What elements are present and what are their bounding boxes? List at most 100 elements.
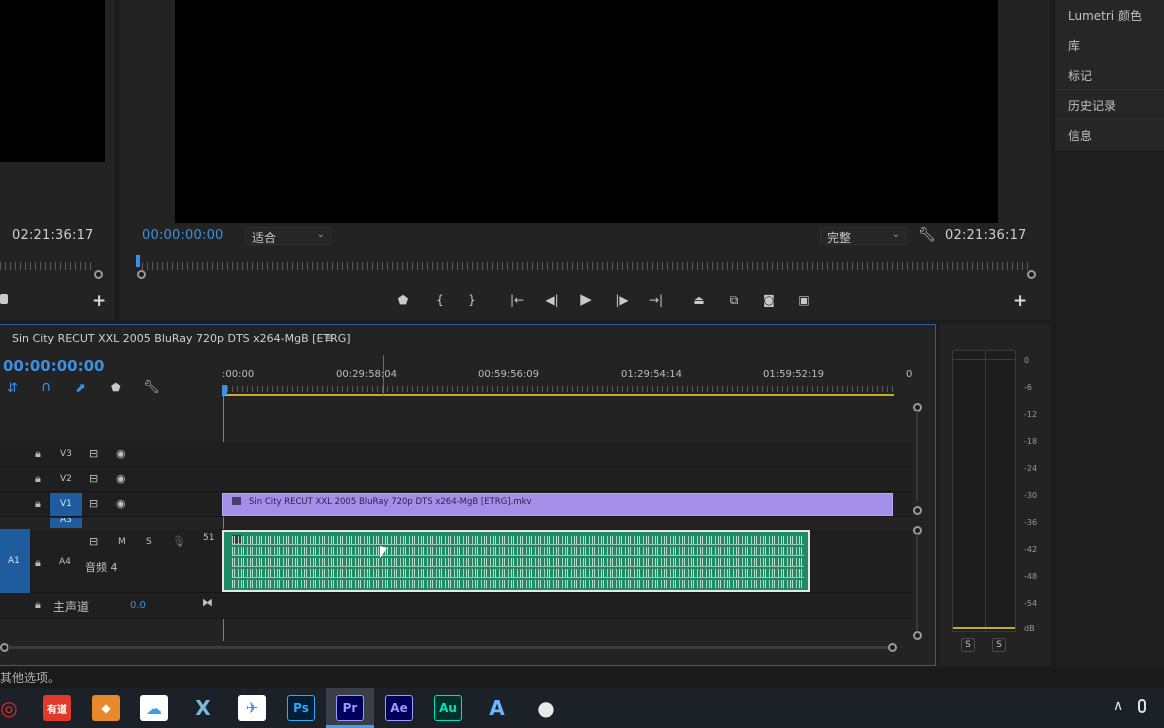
program-add-button[interactable]: + bbox=[1013, 293, 1027, 310]
lock-icon[interactable]: 🔒︎ bbox=[35, 497, 41, 511]
lock-icon[interactable]: 🔒︎ bbox=[35, 447, 41, 461]
track-a3-target[interactable]: A3 bbox=[50, 518, 82, 528]
panel-tab-markers[interactable]: 标记 bbox=[1055, 60, 1164, 90]
panel-tab-libraries[interactable]: 库 bbox=[1055, 30, 1164, 60]
track-a4-label[interactable]: A4 bbox=[59, 557, 71, 567]
arc-app-icon[interactable]: A bbox=[483, 695, 511, 721]
tray-expand-icon[interactable]: ∧ bbox=[1113, 698, 1123, 714]
source-timeline-ruler[interactable] bbox=[0, 262, 94, 270]
source-scroll-handle[interactable] bbox=[94, 270, 103, 279]
track-v3-label[interactable]: V3 bbox=[60, 449, 72, 459]
solo-left-button[interactable]: S bbox=[961, 638, 975, 652]
step-back-button[interactable]: ◀| bbox=[543, 291, 561, 309]
timeline-settings-wrench-icon[interactable]: 🔧︎ bbox=[143, 380, 160, 395]
linked-selection-icon[interactable]: ⬈ bbox=[75, 381, 86, 396]
eye-icon[interactable]: ◉ bbox=[116, 497, 126, 510]
lift-button[interactable]: ⏏ bbox=[690, 291, 708, 309]
premiere-icon[interactable]: Pr bbox=[336, 695, 364, 721]
horizontal-scroll-handle-right[interactable] bbox=[888, 643, 897, 652]
solo-button[interactable]: S bbox=[146, 537, 152, 547]
ruler-label: 0 bbox=[906, 369, 913, 380]
horizontal-scrollbar[interactable] bbox=[8, 646, 892, 649]
after-effects-icon[interactable]: Ae bbox=[385, 695, 413, 721]
nest-icon[interactable]: ⇵ bbox=[7, 381, 18, 396]
lock-icon[interactable]: 🔒︎ bbox=[35, 472, 41, 486]
lock-icon[interactable]: 🔒︎ bbox=[35, 598, 41, 612]
lock-icon[interactable]: 🔒︎ bbox=[35, 556, 41, 570]
microphone-icon[interactable] bbox=[1138, 699, 1146, 713]
snap-icon[interactable]: ∩ bbox=[41, 379, 51, 395]
fox-app-icon[interactable]: ◆ bbox=[92, 695, 120, 721]
mute-button[interactable]: M bbox=[118, 537, 126, 547]
track-a4-name[interactable]: 音频 4 bbox=[85, 559, 118, 575]
bot-app-icon[interactable]: ● bbox=[532, 695, 560, 721]
audition-icon[interactable]: Au bbox=[434, 695, 462, 721]
audio-waveform-channel bbox=[232, 547, 804, 555]
mark-out-icon: } bbox=[468, 293, 476, 307]
export-frame-button[interactable]: ◙ bbox=[760, 291, 778, 309]
comparison-view-button[interactable]: ▣ bbox=[795, 291, 813, 309]
ruler-label: 01:29:54:14 bbox=[621, 369, 683, 380]
vertical-scrollbar-video[interactable] bbox=[916, 411, 918, 501]
timeline-ruler[interactable]: :00:00 00:29:58:04 00:59:56:09 01:29:54:… bbox=[222, 369, 912, 399]
program-playhead[interactable] bbox=[136, 255, 140, 267]
program-timeline-ruler[interactable] bbox=[142, 262, 1032, 270]
xmind-icon[interactable]: X bbox=[189, 695, 217, 721]
sync-lock-icon[interactable]: ⊟ bbox=[89, 472, 98, 485]
eye-icon[interactable]: ◉ bbox=[116, 447, 126, 460]
play-button[interactable]: ▶ bbox=[577, 290, 595, 308]
cloud-app-icon[interactable]: ☁ bbox=[140, 695, 168, 721]
meter-scale-label: 0 bbox=[1024, 356, 1030, 365]
source-video-display bbox=[0, 0, 105, 162]
timeline-playhead-handle[interactable] bbox=[222, 385, 227, 395]
mark-in-button[interactable]: { bbox=[431, 291, 449, 309]
netease-music-icon[interactable]: ◎ bbox=[0, 695, 23, 721]
source-add-button[interactable]: + bbox=[92, 293, 106, 310]
youdao-icon[interactable]: 有道 bbox=[43, 695, 71, 721]
program-scroll-handle-right[interactable] bbox=[1027, 270, 1036, 279]
audio-clip[interactable] bbox=[222, 530, 810, 592]
camera-icon[interactable] bbox=[0, 294, 8, 304]
add-marker-icon[interactable]: ⬟ bbox=[111, 381, 121, 394]
program-current-timecode[interactable]: 00:00:00:00 bbox=[142, 228, 224, 243]
meter-scale-label: -6 bbox=[1024, 383, 1032, 392]
photoshop-icon[interactable]: Ps bbox=[287, 695, 315, 721]
mark-out-button[interactable]: } bbox=[463, 291, 481, 309]
feishu-icon[interactable]: ✈ bbox=[238, 695, 266, 721]
track-v1-label[interactable]: V1 bbox=[60, 499, 72, 509]
add-marker-button[interactable]: ⬟ bbox=[394, 291, 412, 309]
go-to-out-button[interactable]: →| bbox=[647, 291, 665, 309]
resolution-dropdown[interactable]: 完整 ⌄ bbox=[820, 227, 906, 245]
right-side-panel: Lumetri 颜色 库 标记 历史记录 信息 bbox=[1054, 0, 1164, 668]
lift-icon: ⏏ bbox=[693, 293, 705, 307]
eye-icon[interactable]: ◉ bbox=[116, 472, 126, 485]
vertical-scrollbar-audio[interactable] bbox=[916, 534, 918, 630]
taskbar-app-glyph: 有道 bbox=[47, 704, 67, 716]
panel-tab-info[interactable]: 信息 bbox=[1055, 120, 1164, 150]
audio-waveform-channel bbox=[232, 580, 804, 588]
sequence-tab-title[interactable]: Sin City RECUT XXL 2005 BluRay 720p DTS … bbox=[12, 332, 351, 345]
sequence-menu-icon[interactable]: ≡ bbox=[324, 331, 334, 345]
extract-button[interactable]: ⧉ bbox=[725, 291, 743, 309]
work-area-bar[interactable] bbox=[222, 394, 894, 396]
step-forward-button[interactable]: |▶ bbox=[613, 291, 631, 309]
sync-lock-icon[interactable]: ⊟ bbox=[89, 447, 98, 460]
sync-lock-icon[interactable]: ⊟ bbox=[89, 535, 98, 548]
program-scroll-handle-left[interactable] bbox=[137, 270, 146, 279]
wrench-icon[interactable]: 🔧︎ bbox=[918, 227, 936, 243]
video-clip[interactable]: Sin City RECUT XXL 2005 BluRay 720p DTS … bbox=[222, 493, 893, 516]
panel-tab-history[interactable]: 历史记录 bbox=[1055, 90, 1164, 120]
panel-tab-lumetri-color[interactable]: Lumetri 颜色 bbox=[1055, 0, 1164, 30]
microphone-icon[interactable]: 🎙︎ bbox=[172, 535, 186, 548]
track-v2-label[interactable]: V2 bbox=[60, 474, 72, 484]
solo-right-button[interactable]: S bbox=[992, 638, 1006, 652]
go-to-end-icon[interactable]: ⧓ bbox=[202, 596, 213, 609]
vertical-scroll-handle[interactable] bbox=[913, 506, 922, 515]
sync-lock-icon[interactable]: ⊟ bbox=[89, 497, 98, 510]
meter-scale-label: -54 bbox=[1024, 599, 1038, 608]
go-to-in-button[interactable]: |← bbox=[508, 291, 526, 309]
timeline-timecode[interactable]: 00:00:00:00 bbox=[3, 357, 105, 375]
vertical-scroll-handle[interactable] bbox=[913, 631, 922, 640]
zoom-dropdown[interactable]: 适合 ⌄ bbox=[245, 227, 331, 245]
master-volume-value[interactable]: 0.0 bbox=[130, 600, 146, 611]
